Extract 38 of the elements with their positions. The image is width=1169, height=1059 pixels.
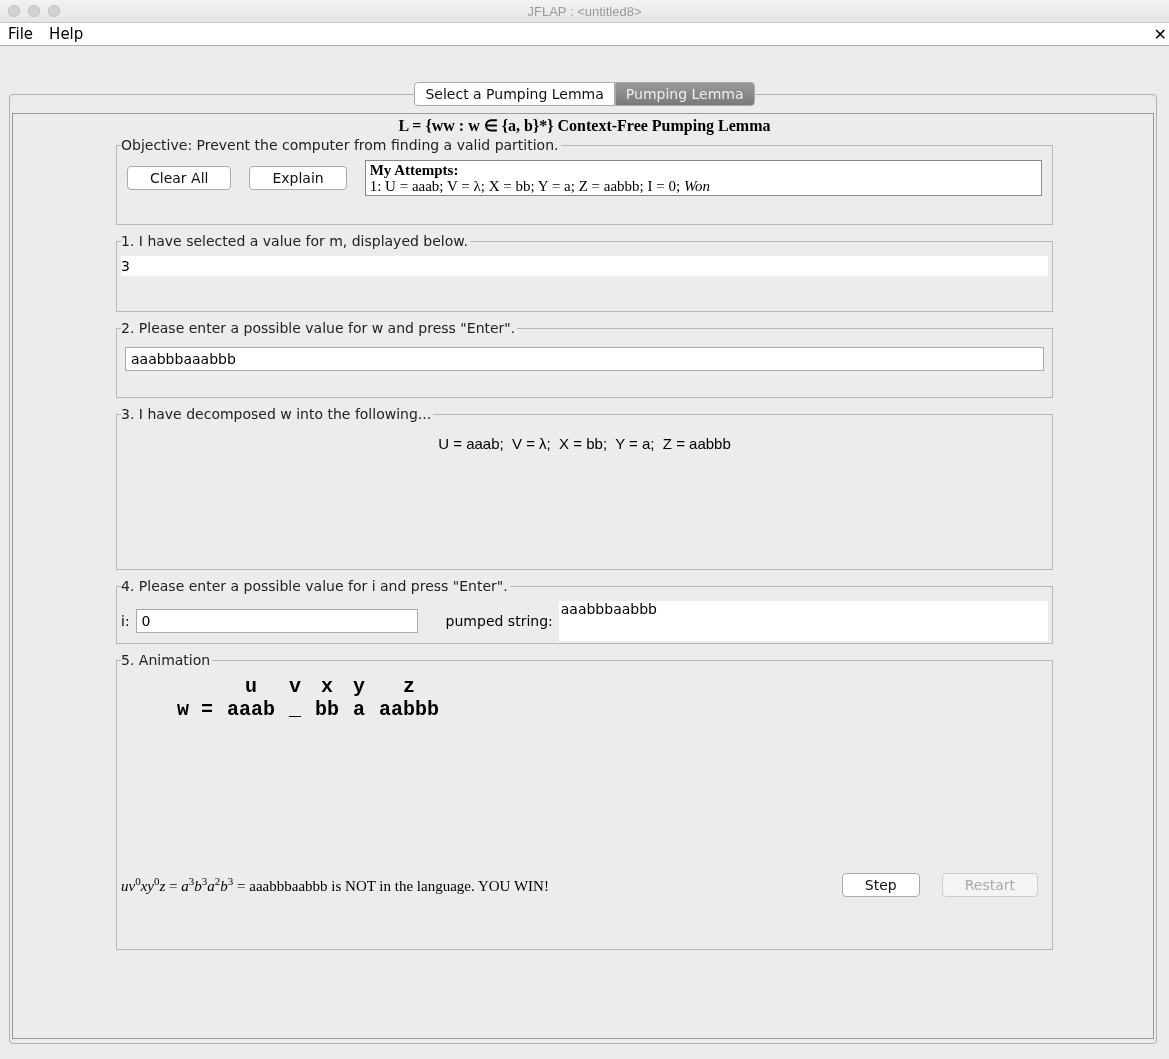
menu-item[interactable]: Help bbox=[41, 25, 92, 43]
panel-title: 3. I have decomposed w into the following... bbox=[121, 406, 434, 422]
decomposition-text: U = aaab; V = λ; X = bb; Y = a; Z = aabbb bbox=[437, 435, 732, 452]
window-minimize-button[interactable] bbox=[28, 5, 40, 17]
part-text: _ bbox=[289, 698, 302, 721]
part-label: u bbox=[244, 675, 259, 698]
lemma-heading: L = {ww : w ∈ {a, b}*} Context-Free Pumping Lemma bbox=[397, 116, 772, 135]
i-label: i: bbox=[121, 613, 130, 629]
window-zoom-button[interactable] bbox=[48, 5, 60, 17]
pumped-string-label: pumped string: bbox=[445, 613, 553, 629]
m-value: 3 bbox=[121, 256, 1048, 276]
panel-title: 1. I have selected a value for m, displayed below. bbox=[121, 233, 470, 249]
explain-button[interactable]: Explain bbox=[249, 166, 347, 190]
i-input-field[interactable]: 0 bbox=[135, 609, 418, 633]
part-label: z bbox=[402, 675, 417, 698]
part-text: aabbb bbox=[379, 698, 440, 721]
part-label: x bbox=[320, 675, 335, 698]
result-message: uv$^{0}$xy$^{0}$z = a$^{3}$b$^{3}$a$^{2}$b$^{3}$ = aaabbbaabbb is NOT in the language. YOU WIN! bbox=[121, 875, 550, 895]
window-title: JFLAP : <untitled8> bbox=[527, 3, 642, 19]
pumped-string-value: aaabbbaabbb bbox=[558, 601, 1048, 641]
panel-title: 2. Please enter a possible value for w and press "Enter". bbox=[121, 320, 518, 336]
part-text: bb bbox=[315, 698, 340, 721]
tab[interactable]: Select a Pumping Lemma bbox=[414, 82, 615, 106]
panel-title: 4. Please enter a possible value for i and press "Enter". bbox=[121, 578, 510, 594]
clear-all-button[interactable]: Clear All bbox=[127, 166, 232, 190]
window-close-button[interactable] bbox=[8, 5, 20, 17]
w-input-field[interactable]: aaabbbaaabbb bbox=[125, 347, 1044, 371]
attempts-box: My Attempts: 1: U = aaab; V = λ; X = bb; Y = a; Z = aabbb; I = 0; Won bbox=[364, 160, 1042, 196]
part-text: a bbox=[353, 698, 366, 721]
step-button[interactable]: Step bbox=[841, 873, 920, 897]
part-label: y bbox=[353, 675, 366, 698]
menu-item[interactable]: File bbox=[0, 25, 42, 43]
close-button[interactable]: ✕ bbox=[1153, 24, 1169, 44]
equation-prefix: w = bbox=[177, 698, 213, 721]
part-label: v bbox=[289, 675, 302, 698]
panel-title: 5. Animation bbox=[121, 652, 213, 668]
panel-title: Objective: Prevent the computer from finding a valid partition. bbox=[121, 137, 561, 153]
part-text: aaab bbox=[227, 698, 276, 721]
